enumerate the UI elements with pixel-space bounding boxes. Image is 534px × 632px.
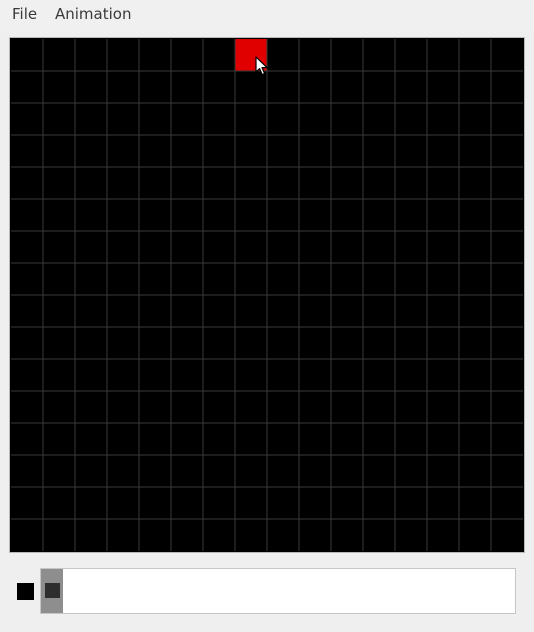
menu-animation[interactable]: Animation (55, 5, 131, 23)
menu-file[interactable]: File (12, 5, 37, 23)
frame-thumbnail-preview (45, 583, 60, 598)
frame-strip[interactable] (40, 568, 516, 614)
pixel-grid[interactable] (11, 39, 523, 551)
menu-bar: File Animation (0, 0, 534, 30)
active-color-swatch[interactable] (17, 583, 34, 600)
frame-thumbnail[interactable] (41, 569, 63, 613)
filled-pixel[interactable] (235, 39, 267, 71)
timeline-bar (0, 560, 534, 620)
pixel-canvas[interactable] (9, 37, 525, 553)
